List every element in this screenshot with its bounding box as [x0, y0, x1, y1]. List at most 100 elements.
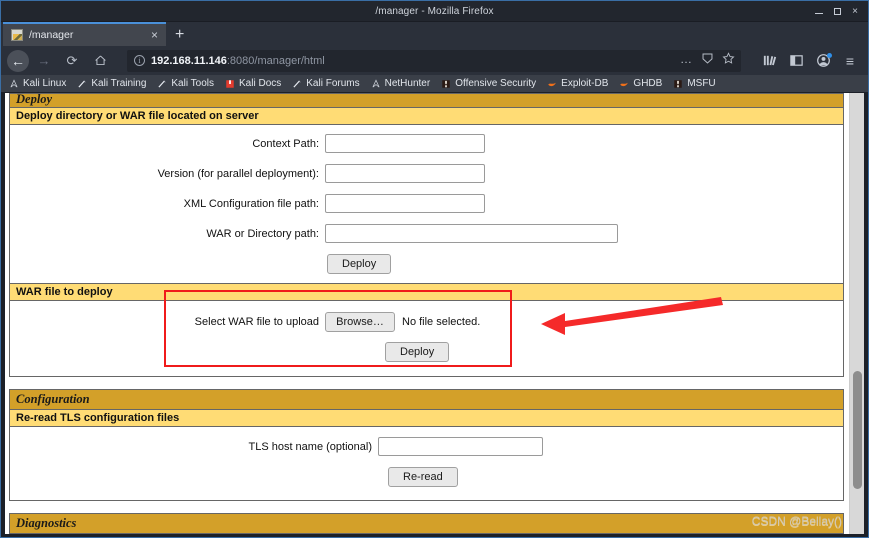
reader-view-icon[interactable]: [701, 52, 714, 70]
url-bar[interactable]: i 192.168.11.146:8080/manager/html …: [127, 49, 741, 72]
minimize-button[interactable]: [815, 13, 824, 14]
bookmarks-bar: Kali Linux Kali Training Kali Tools Kali…: [1, 75, 868, 92]
reload-icon[interactable]: ⟳: [59, 49, 85, 73]
sidebar-icon[interactable]: [784, 49, 808, 73]
offsec-icon: [442, 79, 450, 88]
account-notification-badge: [827, 52, 832, 58]
bookmark-kali-training[interactable]: Kali Training: [77, 78, 146, 89]
account-icon[interactable]: [811, 49, 835, 73]
bookmark-label: Kali Tools: [171, 78, 215, 89]
new-tab-button[interactable]: +: [166, 27, 193, 43]
bookmark-kali-forums[interactable]: Kali Forums: [292, 78, 360, 89]
title-bar: /manager - Mozilla Firefox ×: [1, 1, 868, 22]
xml-config-input[interactable]: [325, 194, 485, 213]
bookmark-nethunter[interactable]: NetHunter: [371, 78, 431, 89]
identity-info-icon[interactable]: i: [134, 55, 145, 66]
menu-icon[interactable]: ≡: [838, 49, 862, 73]
home-icon[interactable]: [87, 49, 113, 73]
tab-strip: /manager × +: [1, 22, 868, 46]
library-glyph: [763, 55, 776, 66]
context-path-input[interactable]: [325, 134, 485, 153]
bookmark-kali-tools[interactable]: Kali Tools: [157, 78, 214, 89]
tab-manager[interactable]: /manager ×: [3, 22, 166, 46]
url-path: :8080/manager/html: [226, 54, 325, 67]
bookmark-label: NetHunter: [384, 78, 431, 89]
configuration-subtitle: Re-read TLS configuration files: [10, 410, 843, 427]
bookmark-label: Exploit-DB: [561, 78, 609, 89]
bookmark-label: Offensive Security: [455, 78, 537, 89]
flame-icon: [620, 82, 629, 86]
field-xml-config-row: XML Configuration file path:: [10, 186, 843, 216]
field-context-path-row: Context Path:: [10, 125, 843, 156]
page-viewport: Deploy Deploy directory or WAR file loca…: [5, 93, 864, 534]
url-host: 192.168.11.146: [151, 54, 227, 67]
war-path-input[interactable]: [325, 224, 618, 243]
kali-pen-icon: [78, 79, 87, 88]
page-scrollbar[interactable]: [849, 93, 864, 534]
deploy-server-body: Context Path: Version (for parallel depl…: [10, 125, 843, 283]
browse-button[interactable]: Browse…: [325, 312, 395, 332]
flame-icon: [548, 82, 556, 86]
bookmark-exploit-db[interactable]: Exploit-DB: [547, 78, 608, 89]
url-text: 192.168.11.146:8080/manager/html: [151, 55, 674, 67]
star-glyph: [722, 51, 735, 64]
library-icon[interactable]: [757, 49, 781, 73]
bookmark-kali-docs[interactable]: Kali Docs: [225, 78, 281, 89]
close-button[interactable]: ×: [852, 6, 858, 17]
deploy-server-button[interactable]: Deploy: [327, 254, 392, 274]
tls-host-label: TLS host name (optional): [248, 440, 372, 453]
bookmark-offensive-security[interactable]: Offensive Security: [441, 78, 536, 89]
home-glyph: [94, 55, 106, 66]
section-spacer-2: [9, 501, 844, 513]
war-path-label: WAR or Directory path:: [206, 227, 319, 240]
bookmark-label: Kali Forums: [306, 78, 360, 89]
kali-book-icon: [226, 79, 234, 88]
reader-glyph: [702, 53, 713, 64]
field-war-path-row: WAR or Directory path:: [10, 216, 843, 246]
bookmark-ghdb[interactable]: GHDB: [619, 78, 662, 89]
back-arrow-icon[interactable]: ←: [7, 49, 29, 72]
bookmark-label: Kali Linux: [23, 78, 67, 89]
page-actions-icon[interactable]: …: [680, 53, 693, 65]
close-icon[interactable]: ×: [149, 29, 160, 41]
deploy-upload-button[interactable]: Deploy: [385, 342, 450, 362]
version-label: Version (for parallel deployment):: [157, 167, 319, 180]
window-controls: ×: [815, 1, 864, 22]
maximize-button[interactable]: [834, 8, 842, 15]
bookmark-msfu[interactable]: MSFU: [673, 78, 716, 89]
tab-title: /manager: [29, 29, 74, 41]
sidebar-glyph: [789, 55, 803, 66]
xml-config-label: XML Configuration file path:: [183, 197, 319, 210]
reread-button-row: Re-read: [10, 459, 843, 500]
bookmark-label: GHDB: [633, 78, 663, 89]
kali-dragon-icon: [10, 78, 18, 87]
firefox-window: /manager - Mozilla Firefox × /manager × …: [0, 0, 869, 538]
kali-pen-icon: [293, 79, 302, 88]
war-upload-label: Select WAR file to upload: [194, 316, 319, 328]
red-arrow-annotation: [541, 297, 723, 335]
navigation-toolbar: ← → ⟳ i 192.168.11.146:8080/manager/html…: [1, 46, 868, 75]
deploy-server-button-row: Deploy: [10, 246, 843, 283]
configuration-section: Configuration Re-read TLS configuration …: [9, 389, 844, 501]
context-path-label: Context Path:: [252, 137, 319, 150]
watermark-text: CSDN @Beilay(): [751, 514, 842, 528]
configuration-body: TLS host name (optional) Re-read: [10, 427, 843, 500]
reread-button[interactable]: Re-read: [388, 467, 458, 487]
bookmark-kali-linux[interactable]: Kali Linux: [9, 78, 66, 89]
tls-host-input[interactable]: [378, 437, 543, 456]
section-spacer: [9, 377, 844, 389]
scrollbar-thumb[interactable]: [853, 371, 862, 489]
bookmark-label: MSFU: [687, 78, 716, 89]
configuration-title: Configuration: [10, 390, 843, 410]
url-actions: …: [680, 51, 735, 70]
diagnostics-title: Diagnostics: [10, 514, 843, 534]
file-status-text: No file selected.: [402, 316, 481, 328]
diagnostics-section: Diagnostics Check to see if a web applic…: [9, 513, 844, 534]
bookmark-label: Kali Training: [91, 78, 147, 89]
version-input[interactable]: [325, 164, 485, 183]
deploy-server-subtitle: Deploy directory or WAR file located on …: [10, 108, 843, 125]
bookmark-label: Kali Docs: [239, 78, 282, 89]
bookmark-star-icon[interactable]: [722, 51, 735, 70]
deploy-section-title: Deploy: [10, 94, 843, 108]
forward-arrow-icon[interactable]: →: [31, 49, 57, 73]
